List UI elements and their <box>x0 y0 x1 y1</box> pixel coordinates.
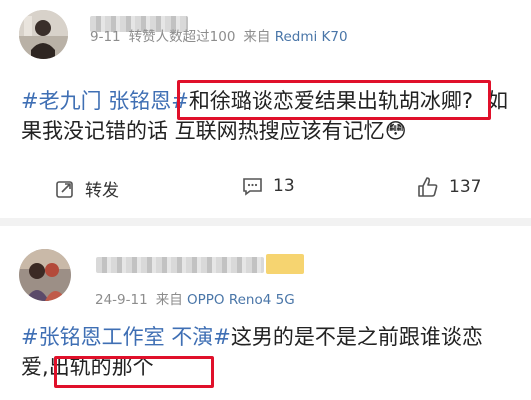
avatar[interactable] <box>19 10 68 59</box>
avatar[interactable] <box>19 249 71 301</box>
avatar-photo-icon <box>19 249 71 301</box>
device-name[interactable]: Redmi K70 <box>275 29 348 45</box>
repost-button[interactable]: 转发 <box>55 176 119 201</box>
flushed-emoji-icon: 😳 <box>384 119 407 143</box>
avatar-photo-icon <box>19 10 68 59</box>
source-prefix: 来自 <box>155 292 183 308</box>
comment-icon <box>242 176 263 196</box>
like-count: 137 <box>449 177 482 197</box>
hashtag-link[interactable]: #老九门 张铭恩# <box>21 89 189 113</box>
highlight-box <box>54 356 214 388</box>
post-actions: 转发 13 137 <box>0 172 531 202</box>
likes-summary: 转赞人数超过100 <box>128 29 236 45</box>
comment-count: 13 <box>273 176 295 196</box>
username-blurred[interactable] <box>96 257 264 273</box>
member-badge-blurred <box>266 254 304 274</box>
post-date: 24-9-11 <box>95 292 148 308</box>
source-prefix: 来自 <box>243 29 271 45</box>
post-divider <box>0 218 531 226</box>
comment-button[interactable]: 13 <box>242 176 295 196</box>
post-meta: 24-9-11 来自 OPPO Reno4 5G <box>95 288 295 308</box>
hashtag-link[interactable]: #张铭恩工作室 不演# <box>21 325 231 349</box>
post-meta: 9-11 转赞人数超过100 来自 Redmi K70 <box>90 25 348 45</box>
device-name[interactable]: OPPO Reno4 5G <box>187 292 295 308</box>
repost-label: 转发 <box>85 181 119 201</box>
repost-icon <box>55 179 75 199</box>
like-button[interactable]: 137 <box>417 176 481 198</box>
highlight-box <box>177 80 491 120</box>
thumbs-up-icon <box>417 176 439 198</box>
post-date: 9-11 <box>90 29 121 45</box>
post-text-line2: 果我没记错的话 互联网热搜应该有记忆 <box>21 119 385 143</box>
